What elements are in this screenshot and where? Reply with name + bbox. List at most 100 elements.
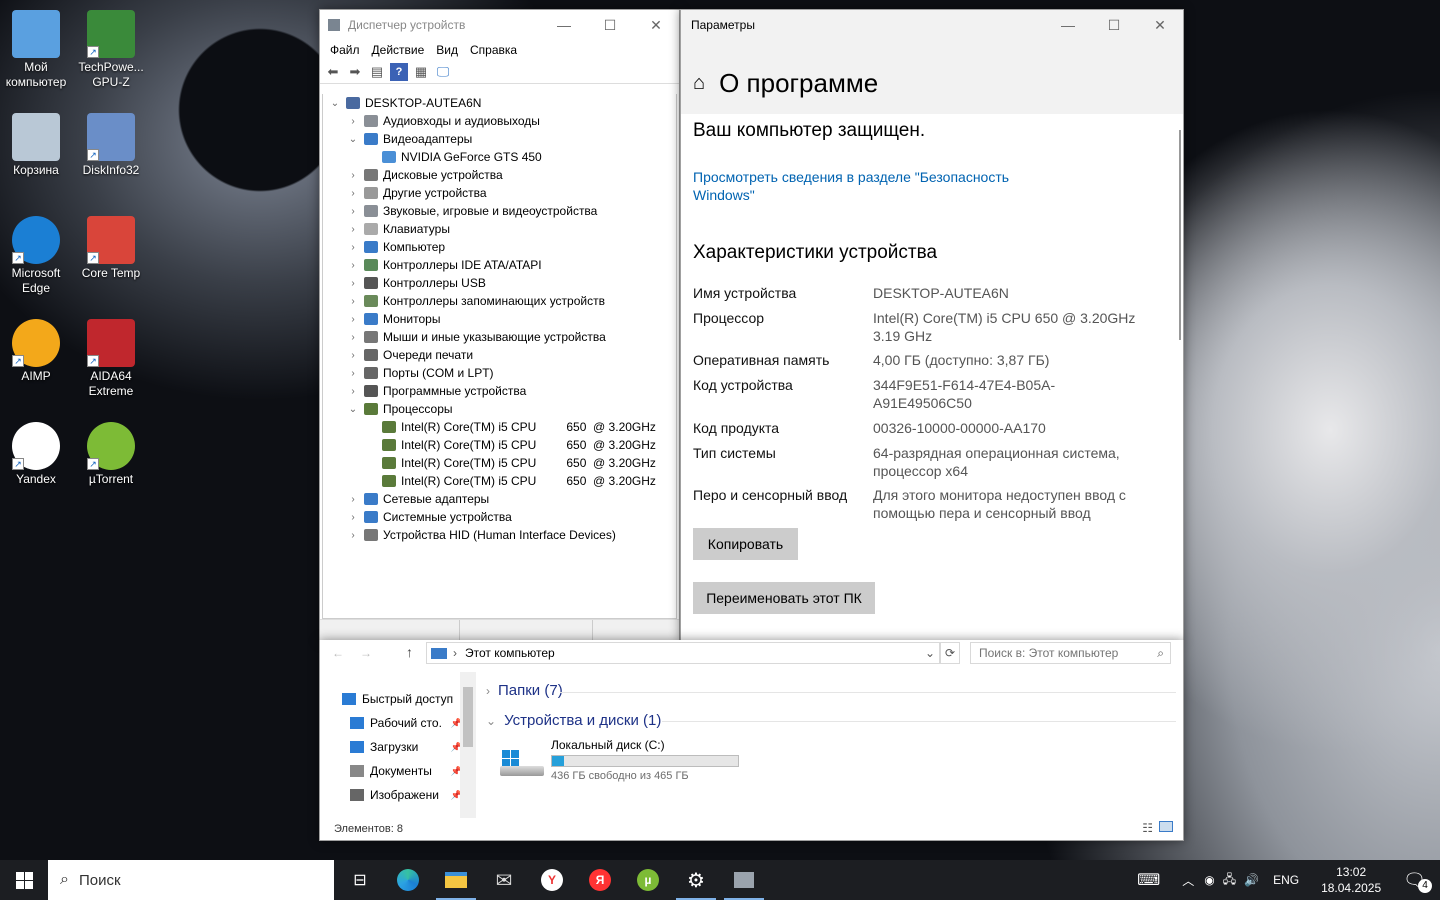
- chevron-right-icon[interactable]: ›: [347, 224, 359, 235]
- tree-node[interactable]: ⌄ Процессоры: [323, 400, 676, 418]
- settings-titlebar[interactable]: Параметры — ☐ ✕: [681, 10, 1183, 40]
- settings-gear-icon[interactable]: ⚙: [672, 860, 720, 900]
- menu-file[interactable]: Файл: [324, 43, 366, 57]
- meet-icon[interactable]: ◉: [1204, 873, 1214, 887]
- desktop-icon[interactable]: ↗ Microsoft Edge: [0, 216, 74, 296]
- help-icon[interactable]: ?: [390, 62, 408, 81]
- desktop-icon[interactable]: ↗ DiskInfo32: [73, 113, 149, 178]
- nav-item[interactable]: Быстрый доступ: [342, 687, 462, 711]
- chevron-right-icon[interactable]: ›: [347, 278, 359, 289]
- tree-node[interactable]: › Мониторы: [323, 310, 676, 328]
- utorrent-icon[interactable]: µ: [624, 860, 672, 900]
- rename-pc-button[interactable]: Переименовать этот ПК: [693, 582, 875, 614]
- maximize-button[interactable]: ☐: [1091, 10, 1137, 40]
- chevron-down-icon[interactable]: ⌄: [329, 98, 341, 109]
- tree-node[interactable]: Intel(R) Core(TM) i5 CPU 650 @ 3.20GHz: [323, 472, 676, 490]
- desktop-icon[interactable]: ↗ TechPowe... GPU-Z: [73, 10, 149, 90]
- chevron-right-icon[interactable]: ›: [347, 170, 359, 181]
- chevron-right-icon[interactable]: ›: [347, 242, 359, 253]
- chevron-down-icon[interactable]: ⌄: [925, 646, 935, 660]
- drives-group[interactable]: ⌄ Устройства и диски (1): [486, 712, 661, 729]
- chevron-right-icon[interactable]: ›: [347, 188, 359, 199]
- volume-icon[interactable]: 🔊: [1244, 873, 1259, 887]
- minimize-button[interactable]: —: [1045, 10, 1091, 40]
- close-button[interactable]: ✕: [1137, 10, 1183, 40]
- yandex-icon[interactable]: Я: [576, 860, 624, 900]
- chevron-right-icon[interactable]: ›: [347, 368, 359, 379]
- mail-icon[interactable]: ✉: [480, 860, 528, 900]
- desktop-icon[interactable]: ↗ µTorrent: [73, 422, 149, 487]
- details-view-icon[interactable]: ☷: [1142, 821, 1153, 835]
- tree-node[interactable]: › Мыши и иные указывающие устройства: [323, 328, 676, 346]
- address-bar[interactable]: › Этот компьютер ⌄: [426, 642, 940, 664]
- search-box[interactable]: ⌕: [970, 642, 1171, 664]
- drive-c[interactable]: Локальный диск (C:) 436 ГБ свободно из 4…: [498, 738, 778, 784]
- tree-node[interactable]: Intel(R) Core(TM) i5 CPU 650 @ 3.20GHz: [323, 436, 676, 454]
- properties-icon[interactable]: ▤: [368, 63, 386, 81]
- tree-node[interactable]: NVIDIA GeForce GTS 450: [323, 148, 676, 166]
- desktop-icon[interactable]: ↗ Yandex: [0, 422, 74, 487]
- chevron-right-icon[interactable]: ›: [347, 314, 359, 325]
- tree-node[interactable]: › Сетевые адаптеры: [323, 490, 676, 508]
- settings-scrollbar[interactable]: [1179, 130, 1181, 340]
- folders-group[interactable]: › Папки (7): [486, 682, 563, 699]
- task-view-icon[interactable]: ⊟: [336, 860, 384, 900]
- chevron-right-icon[interactable]: ›: [347, 494, 359, 505]
- show-hidden-icon[interactable]: ▦: [412, 63, 430, 81]
- tree-node[interactable]: › Порты (COM и LPT): [323, 364, 676, 382]
- chevron-right-icon[interactable]: ›: [347, 530, 359, 541]
- chevron-right-icon[interactable]: ›: [347, 332, 359, 343]
- close-button[interactable]: ✕: [633, 10, 679, 40]
- keyboard-icon[interactable]: ⌨: [1137, 870, 1160, 890]
- maximize-button[interactable]: ☐: [587, 10, 633, 40]
- start-button[interactable]: [0, 860, 48, 900]
- device-manager-icon[interactable]: [720, 860, 768, 900]
- tree-node[interactable]: ⌄ Видеоадаптеры: [323, 130, 676, 148]
- menu-view[interactable]: Вид: [430, 43, 464, 57]
- home-icon[interactable]: ⌂: [693, 72, 705, 95]
- tree-node[interactable]: › Очереди печати: [323, 346, 676, 364]
- chevron-right-icon[interactable]: ›: [347, 512, 359, 523]
- tree-node[interactable]: Intel(R) Core(TM) i5 CPU 650 @ 3.20GHz: [323, 454, 676, 472]
- chevron-right-icon[interactable]: ›: [347, 386, 359, 397]
- chevron-up-icon[interactable]: ︿: [1182, 872, 1194, 889]
- nav-item[interactable]: Изображени 📌: [342, 783, 462, 807]
- tree-node[interactable]: › Программные устройства: [323, 382, 676, 400]
- chevron-right-icon[interactable]: ›: [347, 296, 359, 307]
- notifications-button[interactable]: 🗨 4: [1403, 870, 1432, 893]
- yandex-browser-icon[interactable]: Y: [528, 860, 576, 900]
- scan-hardware-icon[interactable]: 🖵: [434, 63, 452, 81]
- taskbar-search-box[interactable]: ⌕ Поиск: [48, 860, 334, 900]
- desktop-icon[interactable]: ↗ Core Temp: [73, 216, 149, 281]
- tree-node[interactable]: › Контроллеры запоминающих устройств: [323, 292, 676, 310]
- clock[interactable]: 13:02 18.04.2025: [1321, 864, 1381, 896]
- forward-icon[interactable]: →: [360, 646, 372, 660]
- tree-node[interactable]: › Клавиатуры: [323, 220, 676, 238]
- security-link[interactable]: Просмотреть сведения в разделе "Безопасн…: [693, 168, 1023, 204]
- chevron-down-icon[interactable]: ⌄: [347, 134, 359, 145]
- up-icon[interactable]: ↑: [406, 644, 413, 660]
- tree-root[interactable]: ⌄ DESKTOP-AUTEA6N: [323, 94, 676, 112]
- desktop-icon[interactable]: ↗ AIDA64 Extreme: [73, 319, 149, 399]
- file-explorer-icon[interactable]: [432, 860, 480, 900]
- desktop-icon[interactable]: ↗ AIMP: [0, 319, 74, 384]
- chevron-right-icon[interactable]: ›: [347, 116, 359, 127]
- chevron-right-icon[interactable]: ›: [347, 260, 359, 271]
- back-arrow-icon[interactable]: ⬅: [324, 63, 342, 81]
- tree-node[interactable]: › Аудиовходы и аудиовыходы: [323, 112, 676, 130]
- copy-button[interactable]: Копировать: [693, 528, 798, 560]
- search-icon[interactable]: ⌕: [1157, 646, 1164, 661]
- tree-node[interactable]: › Звуковые, игровые и видеоустройства: [323, 202, 676, 220]
- refresh-button[interactable]: ⟳: [940, 642, 960, 664]
- tree-node[interactable]: › Системные устройства: [323, 508, 676, 526]
- edge-icon[interactable]: [384, 860, 432, 900]
- desktop-icon[interactable]: Мой компьютер: [0, 10, 74, 90]
- chevron-right-icon[interactable]: ›: [347, 350, 359, 361]
- search-input[interactable]: [979, 646, 1139, 660]
- chevron-down-icon[interactable]: ⌄: [347, 404, 359, 415]
- tree-node[interactable]: Intel(R) Core(TM) i5 CPU 650 @ 3.20GHz: [323, 418, 676, 436]
- language-indicator[interactable]: ENG: [1273, 873, 1299, 887]
- tree-node[interactable]: › Дисковые устройства: [323, 166, 676, 184]
- tree-node[interactable]: › Контроллеры USB: [323, 274, 676, 292]
- back-icon[interactable]: ←: [332, 646, 344, 660]
